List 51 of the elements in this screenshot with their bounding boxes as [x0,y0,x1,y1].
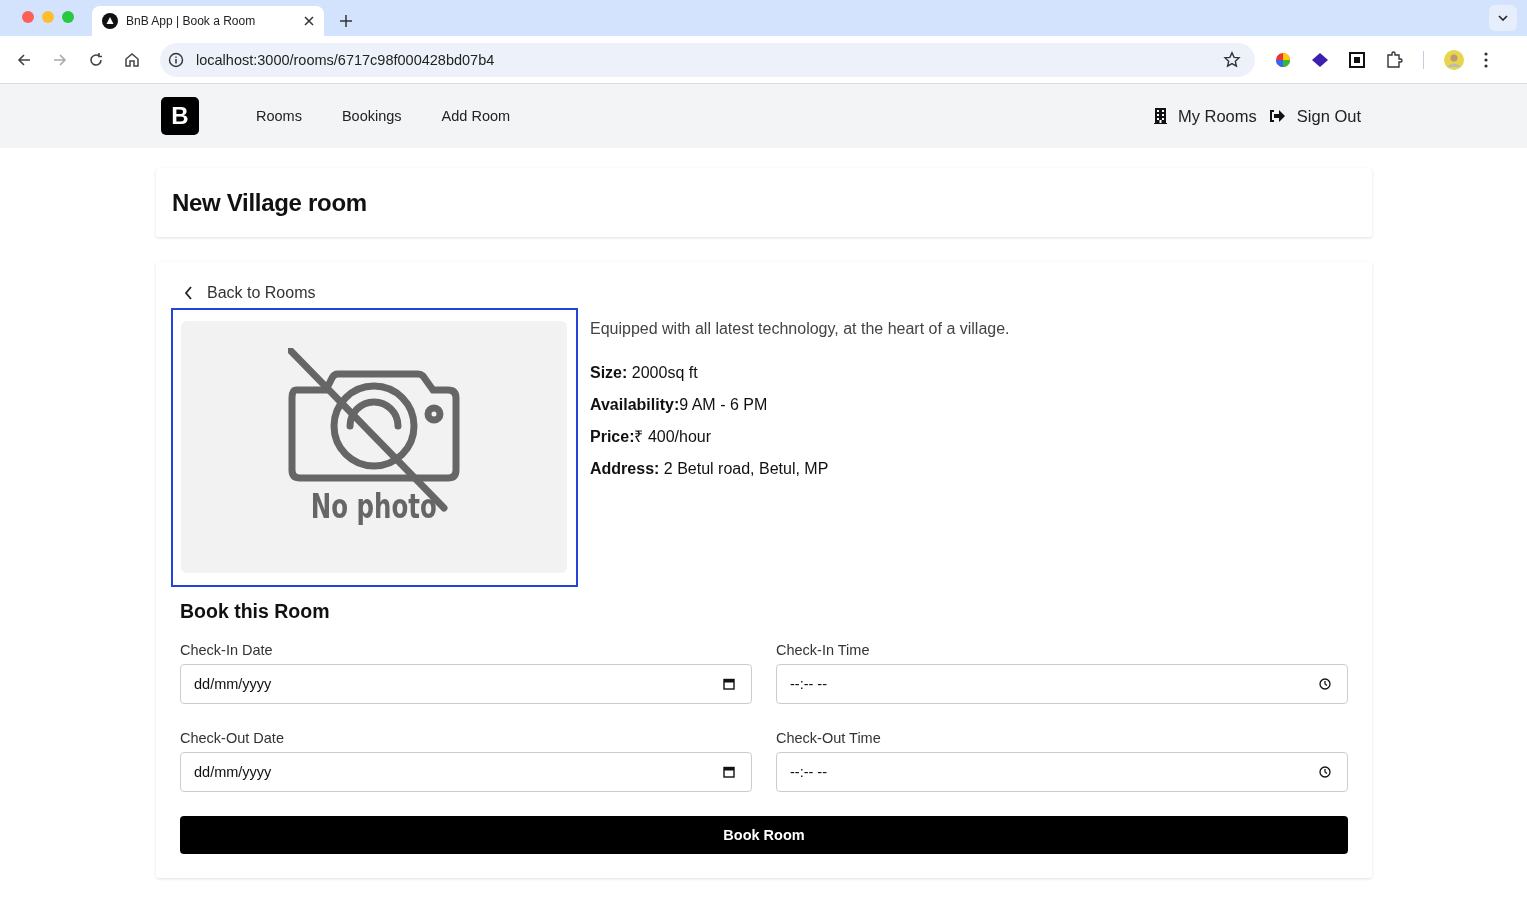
building-icon [1153,108,1167,124]
close-icon[interactable] [304,16,314,26]
app-logo-icon [102,13,118,29]
tab-search-button[interactable] [1489,5,1517,31]
nav-link[interactable]: Sign Out [1296,106,1361,126]
calendar-icon[interactable] [723,766,735,778]
field-label: Check-Out Time [776,730,882,746]
star-icon[interactable] [1223,50,1241,69]
tab-title: BnB App | Book a Room [126,14,257,28]
time-field[interactable]: --:-- -- [776,752,1348,792]
date-field[interactable]: dd/mm/yyyy [180,664,752,704]
info-icon [168,51,184,68]
new-tab-icon[interactable] [340,15,352,27]
room-title: New Village room [172,189,368,217]
avatar-icon[interactable] [1444,49,1464,70]
time-field[interactable]: --:-- -- [776,664,1348,704]
date-field[interactable]: dd/mm/yyyy [180,752,752,792]
room-description: Equipped with all latest technology, at the heart of a village. [590,320,1010,338]
field-label: Check-Out Date [180,730,285,746]
browser-tab[interactable]: BnB App | Book a Room [92,6,324,36]
nav-link[interactable]: Add Room [441,108,511,124]
address-bar[interactable]: localhost:3000/rooms/6717c98f000428bd07b4 [160,42,1255,77]
field-label: Check-In Time [776,642,871,658]
nav-link[interactable]: My Rooms [1177,106,1257,126]
square-icon[interactable] [1349,51,1365,68]
chevron-left-icon [184,286,193,300]
room-detail: Address: 2 Betul road, Betul, MP [590,459,830,479]
nav-link[interactable]: Rooms [256,108,302,124]
clock-icon[interactable] [1319,766,1331,778]
sign-out-icon [1268,109,1286,123]
reload-icon[interactable] [88,51,104,68]
field-label: Check-In Date [180,642,274,658]
chevron-down-icon [1498,15,1508,21]
color-wheel-icon[interactable] [1275,51,1291,68]
nav-link[interactable]: Bookings [341,108,402,124]
room-detail: Availability:9 AM - 6 PM [590,395,769,415]
url-text: localhost:3000/rooms/6717c98f000428bd07b4 [196,51,495,68]
menu-icon[interactable] [1484,51,1488,68]
book-room-button[interactable]: Book Room [180,816,1348,854]
image-caption: No photo [310,486,438,526]
room-detail: Price:₹ 400/hour [590,427,713,447]
back-icon[interactable] [16,51,32,68]
room-detail: Size: 2000sq ft [590,363,699,383]
extensions-icon[interactable] [1385,50,1403,69]
home-icon[interactable] [124,51,140,68]
clock-icon[interactable] [1319,678,1331,690]
logo[interactable]: B [161,97,199,135]
calendar-icon[interactable] [723,678,735,690]
layers-icon[interactable] [1311,51,1329,68]
back-link[interactable]: Back to Rooms [207,284,316,302]
booking-title: Book this Room [180,600,331,623]
